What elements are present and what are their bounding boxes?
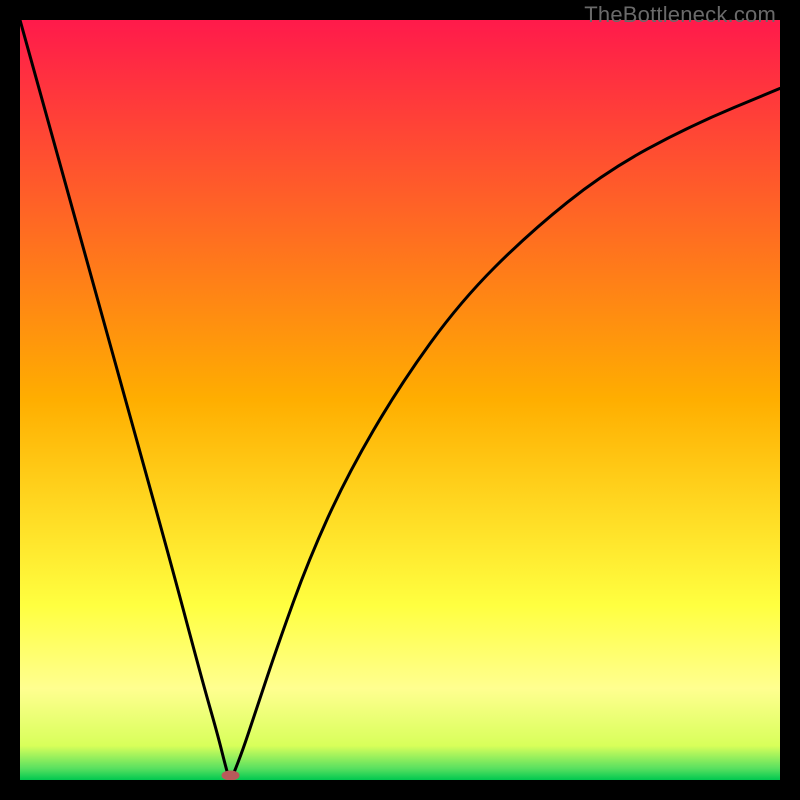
bottleneck-chart	[20, 20, 780, 780]
chart-frame	[20, 20, 780, 780]
minimum-marker	[222, 770, 240, 780]
chart-background	[20, 20, 780, 780]
watermark-text: TheBottleneck.com	[584, 2, 776, 28]
